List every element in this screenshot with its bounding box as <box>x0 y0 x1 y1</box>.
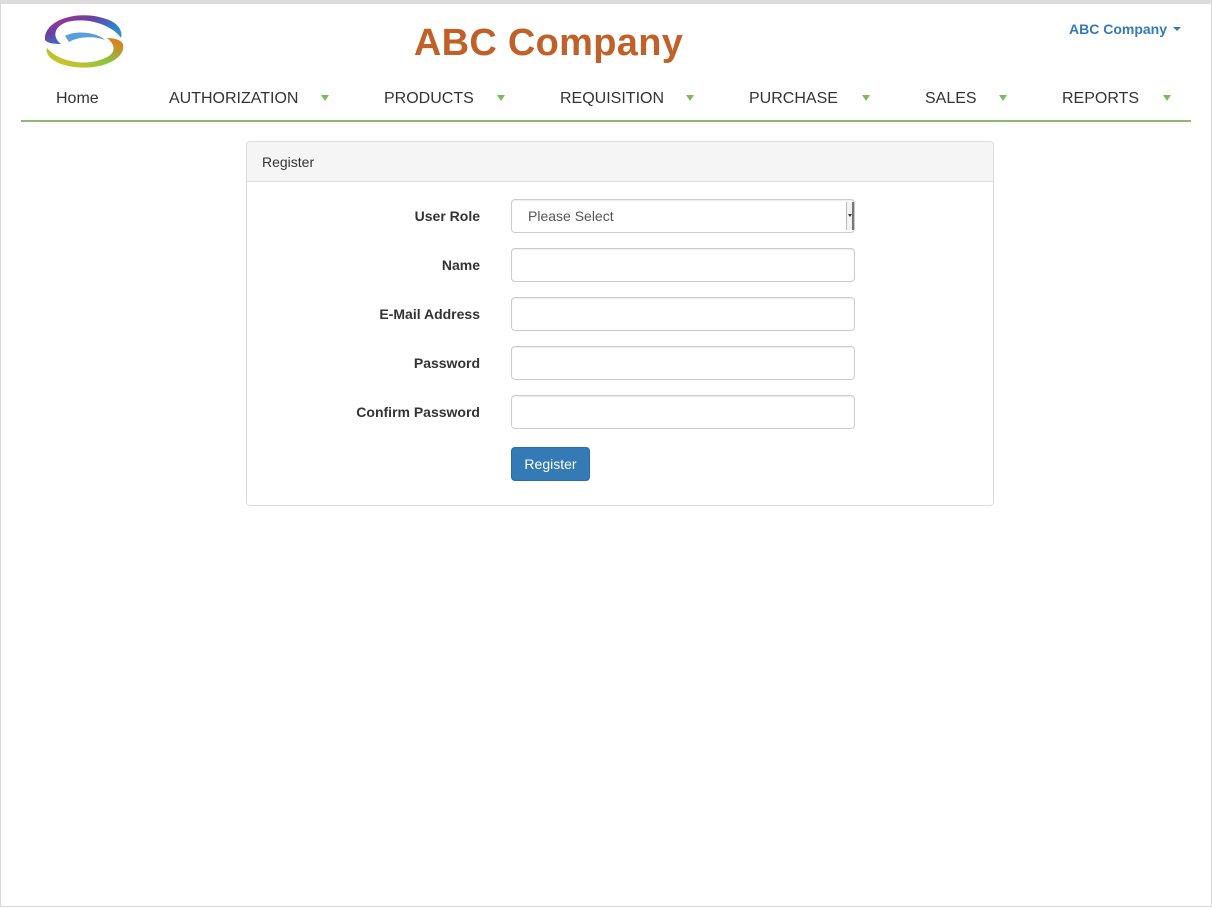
dropdown-arrow-icon[interactable] <box>1163 95 1171 101</box>
nav-item-sales[interactable]: SALES <box>925 90 977 108</box>
password-label: Password <box>413 355 480 371</box>
main-navbar: Home AUTHORIZATION PRODUCTS REQUISITION … <box>21 86 1191 122</box>
name-label: Name <box>441 257 480 273</box>
name-field[interactable] <box>511 248 855 282</box>
nav-item-reports[interactable]: REPORTS <box>1062 90 1139 108</box>
confirm-password-label: Confirm Password <box>356 404 480 420</box>
confirm-password-row: Confirm Password <box>247 395 993 429</box>
dropdown-arrow-icon[interactable] <box>321 95 329 101</box>
user-role-selected-value: Please Select <box>528 208 614 224</box>
email-label: E-Mail Address <box>379 306 480 322</box>
select-spinner-icon[interactable] <box>846 202 854 230</box>
register-panel: Register User Role Please Select Name E-… <box>246 141 994 506</box>
dropdown-arrow-icon[interactable] <box>862 95 870 101</box>
nav-item-authorization[interactable]: AUTHORIZATION <box>169 90 298 108</box>
dropdown-arrow-icon[interactable] <box>497 95 505 101</box>
confirm-password-field[interactable] <box>511 395 855 429</box>
dropdown-arrow-icon[interactable] <box>686 95 694 101</box>
dropdown-arrow-icon[interactable] <box>999 95 1007 101</box>
password-field[interactable] <box>511 346 855 380</box>
panel-heading: Register <box>247 142 993 182</box>
name-row: Name <box>247 248 993 282</box>
email-row: E-Mail Address <box>247 297 993 331</box>
page-title: ABC Company <box>413 22 684 64</box>
user-role-select[interactable]: Please Select <box>511 199 855 233</box>
user-role-row: User Role Please Select <box>247 199 993 233</box>
register-button[interactable]: Register <box>511 447 590 481</box>
nav-item-products[interactable]: PRODUCTS <box>384 90 474 108</box>
nav-item-purchase[interactable]: PURCHASE <box>749 90 838 108</box>
page: ABC Company ABC Company Home AUTHORIZATI… <box>0 0 1212 907</box>
password-row: Password <box>247 346 993 380</box>
company-menu-label: ABC Company <box>1068 21 1167 37</box>
nav-item-requisition[interactable]: REQUISITION <box>560 90 664 108</box>
caret-down-icon <box>1173 27 1181 31</box>
nav-item-home[interactable]: Home <box>56 90 99 108</box>
email-field[interactable] <box>511 297 855 331</box>
user-role-label: User Role <box>414 208 480 224</box>
company-menu-dropdown[interactable]: ABC Company <box>1069 21 1181 37</box>
